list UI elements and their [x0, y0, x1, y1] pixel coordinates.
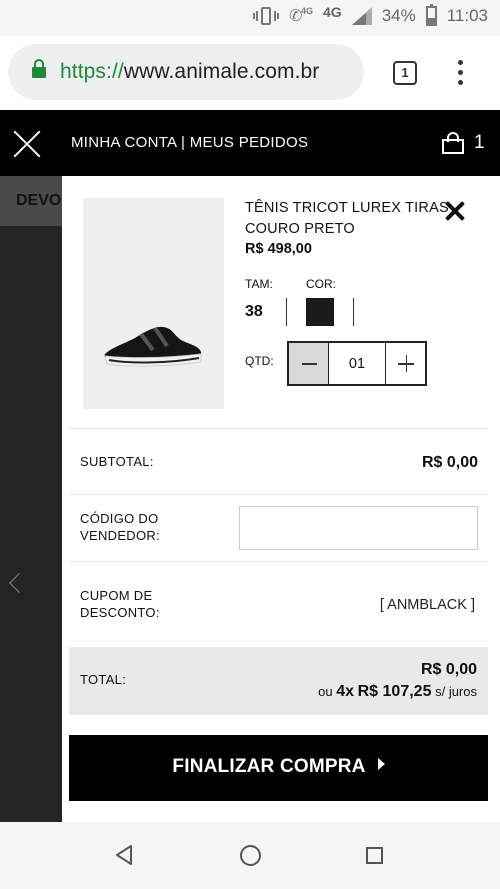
remove-item-icon[interactable] [444, 200, 466, 222]
subtotal-label: SUBTOTAL: [80, 454, 154, 469]
cart-panel: TÊNIS TRICOT LUREX TIRAS COURO PRETO R$ … [62, 176, 500, 822]
divider [69, 494, 488, 495]
back-icon[interactable] [114, 844, 134, 866]
header-separator: | [181, 134, 186, 151]
recent-apps-icon[interactable] [366, 847, 383, 864]
more-options-icon[interactable] [458, 60, 464, 88]
coupon-label: CUPOM DE DESCONTO: [80, 587, 160, 621]
site-header: MINHA CONTA | MEUS PEDIDOS 1 [0, 110, 500, 176]
size-value: 38 [245, 303, 263, 320]
product-title[interactable]: TÊNIS TRICOT LUREX TIRAS COURO PRETO [245, 198, 455, 240]
battery-icon [425, 4, 437, 26]
lock-icon [32, 59, 46, 80]
coupon-code[interactable]: [ ANMBLACK ] [380, 597, 475, 613]
shopping-bag-icon[interactable] [442, 132, 464, 154]
divider [69, 561, 488, 562]
seller-code-input[interactable] [239, 506, 478, 550]
signal-icon [351, 7, 372, 25]
product-image [83, 198, 224, 409]
seller-code-label-line2: VENDEDOR: [80, 528, 160, 543]
chevron-left-icon[interactable] [6, 572, 22, 598]
seller-code-label: CÓDIGO DO VENDEDOR: [80, 510, 160, 544]
address-bar[interactable]: https://www.animale.com.br [8, 44, 364, 100]
my-orders-link[interactable]: MEUS PEDIDOS [190, 134, 309, 151]
vibrate-icon [253, 6, 279, 26]
quantity-value[interactable]: 01 [329, 343, 385, 384]
system-nav-bar [0, 822, 500, 889]
product-price: R$ 498,00 [245, 241, 312, 257]
coupon-label-line2: DESCONTO: [80, 605, 160, 620]
size-label: TAM: [245, 277, 273, 291]
increase-quantity-button[interactable] [385, 343, 425, 384]
total-value: R$ 0,00 [420, 661, 477, 678]
divider [69, 428, 488, 429]
quantity-label: QTD: [245, 354, 274, 368]
wifi-call-icon: ✆ 4G [289, 6, 314, 25]
checkout-button[interactable]: FINALIZAR COMPRA [69, 735, 488, 801]
background-banner-text: DEVO [16, 192, 62, 209]
installments-text: ou 4x R$ 107,25 s/ juros [318, 683, 477, 700]
network-type: 4G [323, 4, 342, 20]
quantity-stepper: 01 [287, 341, 427, 386]
total-label: TOTAL: [80, 672, 127, 687]
status-bar: ✆ 4G 4G 34% 11:03 [0, 0, 500, 36]
clock: 11:03 [446, 6, 488, 25]
arrow-right-icon [377, 758, 385, 770]
url-text[interactable]: https://www.animale.com.br [60, 60, 319, 84]
browser-toolbar: https://www.animale.com.br 1 [0, 36, 500, 110]
home-icon[interactable] [240, 845, 261, 866]
bag-count: 1 [474, 132, 485, 153]
color-swatch [306, 298, 334, 326]
checkout-button-label: FINALIZAR COMPRA [172, 756, 366, 777]
subtotal-value: R$ 0,00 [421, 454, 478, 471]
total-section: TOTAL: R$ 0,00 ou 4x R$ 107,25 s/ juros [69, 647, 488, 715]
my-account-link[interactable]: MINHA CONTA [71, 134, 177, 151]
battery-percent: 34% [381, 6, 416, 25]
seller-code-label-line1: CÓDIGO DO [80, 511, 159, 526]
close-menu-icon[interactable] [13, 130, 41, 158]
decrease-quantity-button[interactable] [289, 343, 329, 384]
color-label: COR: [306, 277, 336, 291]
tab-switcher-button[interactable]: 1 [393, 61, 417, 85]
divider [353, 298, 354, 326]
header-links: MINHA CONTA | MEUS PEDIDOS [71, 134, 308, 151]
sneaker-icon [104, 326, 202, 367]
coupon-label-line1: CUPOM DE [80, 588, 153, 603]
divider [286, 298, 287, 326]
